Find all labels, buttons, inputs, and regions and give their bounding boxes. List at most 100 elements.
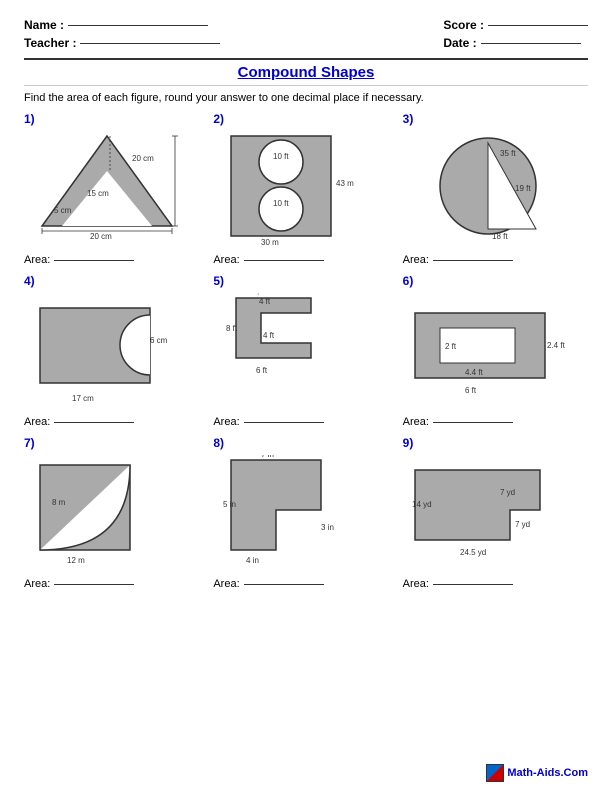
date-line bbox=[481, 43, 581, 44]
figure-7: 8 m 12 m bbox=[24, 452, 194, 572]
figure-2: 10 ft 10 ft 43 m 30 m bbox=[213, 128, 383, 248]
svg-text:3 in: 3 in bbox=[321, 523, 334, 532]
problem-7: 7) 8 m 12 m Area: bbox=[24, 436, 209, 590]
svg-text:20 cm: 20 cm bbox=[90, 232, 112, 241]
area-5-line bbox=[244, 422, 324, 423]
figure-3: 35 ft 19 ft 18 ft bbox=[403, 128, 573, 248]
svg-text:10 ft: 10 ft bbox=[273, 152, 289, 161]
svg-text:35 ft: 35 ft bbox=[500, 149, 516, 158]
area-7-label: Area: bbox=[24, 578, 50, 590]
problem-9-number: 9) bbox=[403, 436, 414, 450]
area-9: Area: bbox=[403, 578, 513, 590]
score-line bbox=[488, 25, 588, 26]
area-9-label: Area: bbox=[403, 578, 429, 590]
figure-2-svg: 10 ft 10 ft 43 m 30 m bbox=[221, 131, 376, 246]
score-field: Score : bbox=[443, 18, 588, 32]
math-aids-logo: Math-Aids.Com bbox=[486, 764, 588, 782]
problem-6-number: 6) bbox=[403, 274, 414, 288]
svg-text:8 ft: 8 ft bbox=[226, 324, 238, 333]
area-2-line bbox=[244, 260, 324, 261]
area-2-label: Area: bbox=[213, 254, 239, 266]
area-1: Area: bbox=[24, 254, 134, 266]
figure-4-svg: 6 cm 17 cm bbox=[32, 293, 187, 408]
svg-text:4 ft: 4 ft bbox=[263, 331, 275, 340]
figure-9: 14 yd 7 yd 7 yd 24.5 yd bbox=[403, 452, 573, 572]
problem-2-number: 2) bbox=[213, 112, 224, 126]
teacher-field: Teacher : bbox=[24, 36, 220, 50]
area-8-label: Area: bbox=[213, 578, 239, 590]
area-9-line bbox=[433, 584, 513, 585]
svg-text:4 ft: 4 ft bbox=[259, 297, 271, 306]
svg-text:19 ft: 19 ft bbox=[515, 184, 531, 193]
svg-text:18 ft: 18 ft bbox=[492, 232, 508, 241]
name-label: Name : bbox=[24, 18, 64, 32]
problem-1: 1) 20 cm 15 cm 5 cm 20 bbox=[24, 112, 209, 266]
figure-1: 20 cm 15 cm 5 cm 20 cm bbox=[24, 128, 194, 248]
svg-text:17 cm: 17 cm bbox=[72, 394, 94, 403]
figure-6: 2 ft 4.4 ft 2.4 ft 6 ft bbox=[403, 290, 573, 410]
logo-icon bbox=[486, 764, 504, 782]
area-2: Area: bbox=[213, 254, 323, 266]
problem-7-number: 7) bbox=[24, 436, 35, 450]
area-4-line bbox=[54, 422, 134, 423]
area-4-label: Area: bbox=[24, 416, 50, 428]
svg-text:43 m: 43 m bbox=[336, 179, 354, 188]
figure-6-svg: 2 ft 4.4 ft 2.4 ft 6 ft bbox=[410, 293, 565, 408]
svg-text:2.4 ft: 2.4 ft bbox=[547, 341, 565, 350]
svg-text:6 ft: 6 ft bbox=[256, 366, 268, 375]
header: Name : Teacher : Score : Date : bbox=[24, 18, 588, 50]
area-4: Area: bbox=[24, 416, 134, 428]
figure-8-svg: 7 in 5 in 3 in 4 in bbox=[221, 455, 376, 570]
svg-text:20 cm: 20 cm bbox=[132, 154, 154, 163]
teacher-label: Teacher : bbox=[24, 36, 76, 50]
problems-grid: 1) 20 cm 15 cm 5 cm 20 bbox=[24, 112, 588, 590]
figure-5: ↑ 4 ft 8 ft 4 ft 6 ft bbox=[213, 290, 383, 410]
title-section: Compound Shapes bbox=[24, 58, 588, 86]
score-label: Score : bbox=[443, 18, 484, 32]
header-right: Score : Date : bbox=[443, 18, 588, 50]
area-3-label: Area: bbox=[403, 254, 429, 266]
svg-text:10 ft: 10 ft bbox=[273, 199, 289, 208]
problem-5-number: 5) bbox=[213, 274, 224, 288]
area-8: Area: bbox=[213, 578, 323, 590]
page-title: Compound Shapes bbox=[238, 64, 375, 81]
figure-4: 6 cm 17 cm bbox=[24, 290, 194, 410]
area-3: Area: bbox=[403, 254, 513, 266]
problem-3: 3) 35 ft 19 ft 18 ft Area: bbox=[403, 112, 588, 266]
name-line bbox=[68, 25, 208, 26]
area-8-line bbox=[244, 584, 324, 585]
teacher-line bbox=[80, 43, 220, 44]
figure-7-svg: 8 m 12 m bbox=[32, 455, 187, 570]
svg-text:6 ft: 6 ft bbox=[465, 386, 477, 395]
svg-text:6 cm: 6 cm bbox=[150, 336, 168, 345]
figure-8: 7 in 5 in 3 in 4 in bbox=[213, 452, 383, 572]
problem-8: 8) 7 in 5 in 3 in 4 in Area: bbox=[213, 436, 398, 590]
logo-text: Math-Aids.Com bbox=[507, 767, 588, 779]
area-7: Area: bbox=[24, 578, 134, 590]
figure-3-svg: 35 ft 19 ft 18 ft bbox=[410, 131, 565, 246]
svg-text:30 m: 30 m bbox=[261, 238, 279, 246]
problem-4-number: 4) bbox=[24, 274, 35, 288]
svg-text:5 cm: 5 cm bbox=[54, 206, 72, 215]
area-7-line bbox=[54, 584, 134, 585]
problem-9: 9) 14 yd 7 yd 7 yd 24.5 yd Area: bbox=[403, 436, 588, 590]
problem-5: 5) ↑ 4 ft 8 ft 4 ft 6 ft Area: bbox=[213, 274, 398, 428]
area-1-label: Area: bbox=[24, 254, 50, 266]
figure-1-svg: 20 cm 15 cm 5 cm 20 cm bbox=[32, 131, 187, 246]
problem-8-number: 8) bbox=[213, 436, 224, 450]
svg-text:14 yd: 14 yd bbox=[412, 500, 432, 509]
svg-text:7 yd: 7 yd bbox=[500, 488, 515, 497]
footer: Math-Aids.Com bbox=[486, 764, 588, 782]
date-field: Date : bbox=[443, 36, 588, 50]
name-field: Name : bbox=[24, 18, 220, 32]
problem-3-number: 3) bbox=[403, 112, 414, 126]
area-5-label: Area: bbox=[213, 416, 239, 428]
area-3-line bbox=[433, 260, 513, 261]
figure-9-svg: 14 yd 7 yd 7 yd 24.5 yd bbox=[410, 455, 565, 570]
svg-text:12 m: 12 m bbox=[67, 556, 85, 565]
svg-text:2 ft: 2 ft bbox=[445, 342, 457, 351]
problem-1-number: 1) bbox=[24, 112, 35, 126]
date-label: Date : bbox=[443, 36, 476, 50]
problem-4: 4) 6 cm 17 cm Area: bbox=[24, 274, 209, 428]
svg-text:7 yd: 7 yd bbox=[515, 520, 530, 529]
